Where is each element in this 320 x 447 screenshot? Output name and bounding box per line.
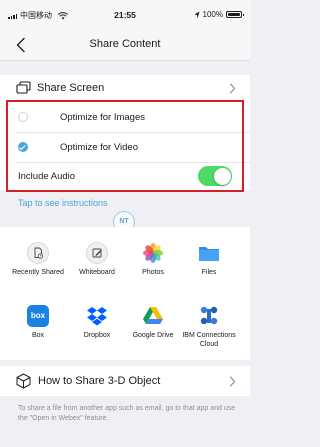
app-label: Files <box>201 269 217 276</box>
app-label: Box <box>31 332 45 339</box>
battery-icon <box>226 11 244 18</box>
pencil-icon <box>86 242 108 264</box>
share-apps-grid: Recently Shared Whiteboard Photos Files … <box>0 227 250 360</box>
include-audio-label: Include Audio <box>18 171 76 182</box>
app-label: Recently Shared <box>12 269 64 276</box>
folder-icon <box>198 242 220 264</box>
app-recently-shared[interactable]: Recently Shared <box>10 242 66 278</box>
location-icon <box>194 11 200 18</box>
box-icon: box <box>27 305 49 327</box>
include-audio-toggle[interactable] <box>198 166 232 186</box>
app-photos[interactable]: Photos <box>125 242 181 278</box>
battery-percent: 100% <box>202 10 223 19</box>
app-label: IBM Connections Cloud <box>182 332 236 348</box>
ibm-connections-icon <box>198 305 220 327</box>
share-3d-object-row[interactable]: How to Share 3-D Object <box>0 366 250 396</box>
share-3d-label: How to Share 3-D Object <box>38 375 161 387</box>
radio-unselected-icon[interactable] <box>18 112 28 122</box>
radio-selected-icon[interactable] <box>18 142 28 152</box>
share-screen-row[interactable]: Share Screen <box>0 75 250 102</box>
photos-icon <box>142 242 164 264</box>
app-label: Whiteboard <box>79 269 115 276</box>
cube-icon <box>16 373 31 389</box>
share-screen-icon <box>16 81 31 94</box>
app-label: Google Drive <box>132 332 174 339</box>
dropbox-icon <box>86 305 108 327</box>
status-right: 100% <box>194 10 244 19</box>
chevron-right-icon <box>229 83 236 94</box>
optimize-video-label: Optimize for Video <box>60 142 138 153</box>
google-drive-icon <box>142 305 164 327</box>
instructions-link[interactable]: Tap to see instructions <box>18 198 108 208</box>
optimize-video-option[interactable]: Optimize for Video <box>0 132 250 162</box>
app-google-drive[interactable]: Google Drive <box>125 305 181 341</box>
optimize-images-option[interactable]: Optimize for Images <box>0 102 250 132</box>
page-title: Share Content <box>89 38 161 50</box>
app-box[interactable]: box Box <box>10 305 66 341</box>
status-bar: 中国移动 21:55 100% <box>0 0 250 30</box>
optimize-images-label: Optimize for Images <box>60 112 145 123</box>
app-label: Photos <box>142 269 164 276</box>
navigation-bar: Share Content <box>0 30 250 61</box>
app-whiteboard[interactable]: Whiteboard <box>69 242 125 278</box>
app-files[interactable]: Files <box>181 242 237 278</box>
app-dropbox[interactable]: Dropbox <box>69 305 125 341</box>
share-screen-label: Share Screen <box>37 82 105 94</box>
chevron-right-icon <box>229 376 236 387</box>
toggle-knob <box>213 167 231 185</box>
app-ibm-connections[interactable]: IBM Connections Cloud <box>181 305 237 349</box>
document-clock-icon <box>27 242 49 264</box>
app-label: Dropbox <box>83 332 111 339</box>
footer-help-text: To share a file from another app such as… <box>18 405 236 422</box>
